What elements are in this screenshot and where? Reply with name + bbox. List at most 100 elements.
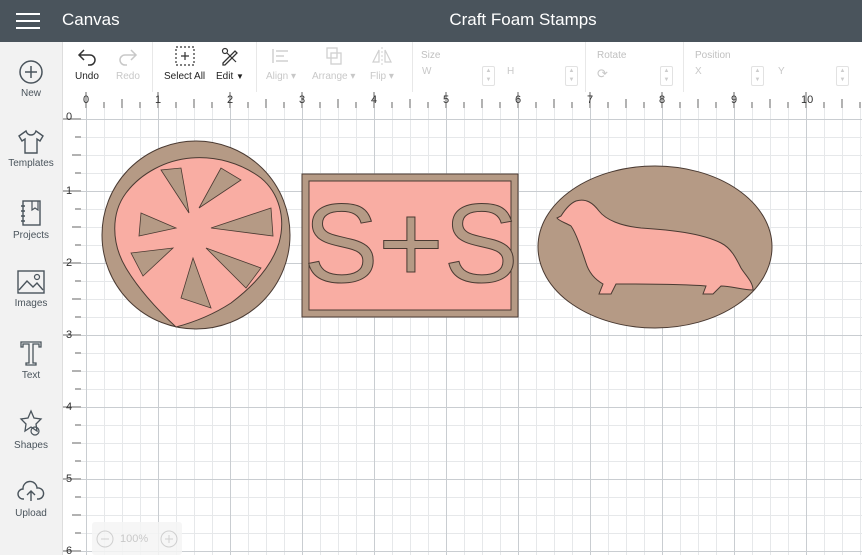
- ruler-left-label: 1: [66, 185, 73, 197]
- sidebar-item-label: Projects: [12, 230, 50, 241]
- height-stepper[interactable]: ▲ ▼: [565, 66, 578, 86]
- shapes-icon: [19, 409, 43, 436]
- width-stepper[interactable]: ▲ ▼: [482, 66, 495, 86]
- height-field[interactable]: H: [507, 66, 514, 84]
- position-x-field[interactable]: X: [695, 66, 702, 84]
- ruler-top-label: 10: [801, 94, 814, 106]
- zoom-control: 100%: [92, 522, 182, 555]
- rotate-stepper[interactable]: ▲ ▼: [660, 66, 673, 86]
- ruler-top-label: 8: [659, 94, 666, 106]
- arrange-dropdown[interactable]: Arrange ▾: [312, 46, 355, 82]
- canvas-shapes: S+S: [101, 140, 773, 330]
- ruler-left-label: 4: [66, 401, 73, 413]
- edit-label: Edit ▼: [216, 71, 244, 82]
- position-y-stepper[interactable]: ▲ ▼: [836, 66, 849, 86]
- ruler-left-label: 3: [66, 329, 73, 341]
- sidebar-item-label: New: [20, 88, 41, 99]
- plus-circle-icon: [19, 60, 43, 84]
- sidebar-item-projects[interactable]: Projects: [0, 199, 62, 259]
- ruler-left-label: 2: [66, 257, 73, 269]
- sidebar-item-label: Upload: [15, 508, 47, 519]
- monogram-text: S+S: [304, 181, 519, 306]
- flip-label-text: Flip: [370, 71, 387, 82]
- rotate-label: Rotate: [597, 50, 627, 61]
- size-label: Size: [421, 50, 441, 61]
- sidebar-item-upload[interactable]: Upload: [0, 479, 62, 539]
- ruler-top-label: 5: [443, 94, 450, 106]
- select-all-button[interactable]: Select All: [164, 46, 205, 82]
- flip-dropdown[interactable]: Flip ▾: [370, 46, 394, 82]
- ruler-top-label: 7: [587, 94, 594, 106]
- undo-icon: [77, 49, 96, 66]
- redo-button[interactable]: Redo: [116, 46, 140, 82]
- sidebar-item-images[interactable]: Images: [0, 269, 62, 329]
- left-sidebar: New Templates Projects Images Text Shape…: [0, 42, 63, 555]
- ruler-top-label: 4: [371, 94, 378, 106]
- monstera-leaf-stamp[interactable]: [101, 140, 291, 330]
- edit-dropdown[interactable]: Edit ▼: [216, 46, 244, 82]
- position-y-field[interactable]: Y: [778, 66, 785, 84]
- position-y-label: Y: [778, 66, 785, 77]
- edit-toolbar: Undo Redo Select All Edit ▼ Align ▾ Arra…: [63, 42, 862, 93]
- undo-label: Undo: [75, 71, 99, 82]
- zoom-level: 100%: [120, 533, 149, 545]
- align-label: Align ▾: [266, 71, 297, 82]
- edit-scissors-pencil-icon: [221, 47, 238, 66]
- align-icon: [272, 49, 289, 63]
- sidebar-item-shapes[interactable]: Shapes: [0, 409, 62, 469]
- flip-label: Flip ▾: [370, 71, 394, 82]
- zoom-in-icon[interactable]: [160, 530, 178, 548]
- cloud-upload-icon: [17, 480, 45, 501]
- ruler-top-ticks: [85, 92, 861, 108]
- ruler-top-label: 6: [515, 94, 522, 106]
- arrange-label: Arrange ▾: [312, 71, 356, 82]
- rotate-icon: ⟳: [597, 66, 608, 81]
- height-field-label: H: [507, 66, 515, 77]
- tshirt-icon: [18, 129, 44, 154]
- ruler-left: 0 1 2 3 4 5 6: [63, 108, 81, 557]
- ruler-top: 0 1 2 3 4 5 6 7 8 9 10: [63, 92, 862, 108]
- width-field[interactable]: W: [422, 66, 431, 84]
- width-field-label: W: [422, 66, 432, 77]
- image-icon: [17, 270, 45, 294]
- zoom-out-icon[interactable]: [96, 530, 114, 548]
- sidebar-item-label: Text: [21, 370, 41, 381]
- sidebar-item-templates[interactable]: Templates: [0, 129, 62, 189]
- ruler-top-label: 3: [299, 94, 306, 106]
- arrange-label-text: Arrange: [312, 71, 348, 82]
- select-all-icon: [174, 46, 195, 66]
- redo-icon: [119, 49, 138, 66]
- redo-label: Redo: [116, 71, 140, 82]
- top-header: Canvas Craft Foam Stamps: [0, 0, 862, 42]
- ruler-top-label: 9: [731, 94, 738, 106]
- sidebar-item-label: Templates: [8, 158, 54, 169]
- sidebar-item-label: Shapes: [14, 440, 48, 451]
- position-x-stepper[interactable]: ▲ ▼: [751, 66, 764, 86]
- arrange-icon: [326, 47, 342, 65]
- ruler-top-label: 0: [83, 94, 90, 106]
- notebook-icon: [21, 200, 41, 226]
- undo-button[interactable]: Undo: [75, 46, 99, 82]
- flip-icon: [371, 47, 392, 65]
- text-t-icon: [20, 341, 42, 366]
- position-label: Position: [695, 50, 731, 61]
- align-dropdown[interactable]: Align ▾: [266, 46, 296, 82]
- ruler-left-label: 6: [66, 545, 73, 557]
- ruler-left-label: 5: [66, 473, 73, 485]
- sidebar-item-new[interactable]: New: [0, 59, 62, 119]
- rotate-field[interactable]: ⟳: [597, 66, 608, 84]
- align-label-text: Align: [266, 71, 289, 82]
- select-all-label: Select All: [164, 71, 206, 82]
- document-title[interactable]: Craft Foam Stamps: [0, 10, 862, 30]
- dachshund-stamp[interactable]: [537, 165, 773, 329]
- chevron-down-icon: ▼: [236, 72, 244, 81]
- edit-label-text: Edit: [216, 71, 234, 82]
- design-canvas[interactable]: S+S: [81, 108, 862, 555]
- ruler-top-label: 2: [227, 94, 234, 106]
- monogram-stamp[interactable]: S+S: [301, 173, 519, 318]
- sidebar-item-label: Images: [14, 298, 48, 309]
- position-x-label: X: [695, 66, 702, 77]
- sidebar-item-text[interactable]: Text: [0, 339, 62, 399]
- ruler-left-label: 0: [66, 111, 73, 123]
- ruler-top-label: 1: [155, 94, 162, 106]
